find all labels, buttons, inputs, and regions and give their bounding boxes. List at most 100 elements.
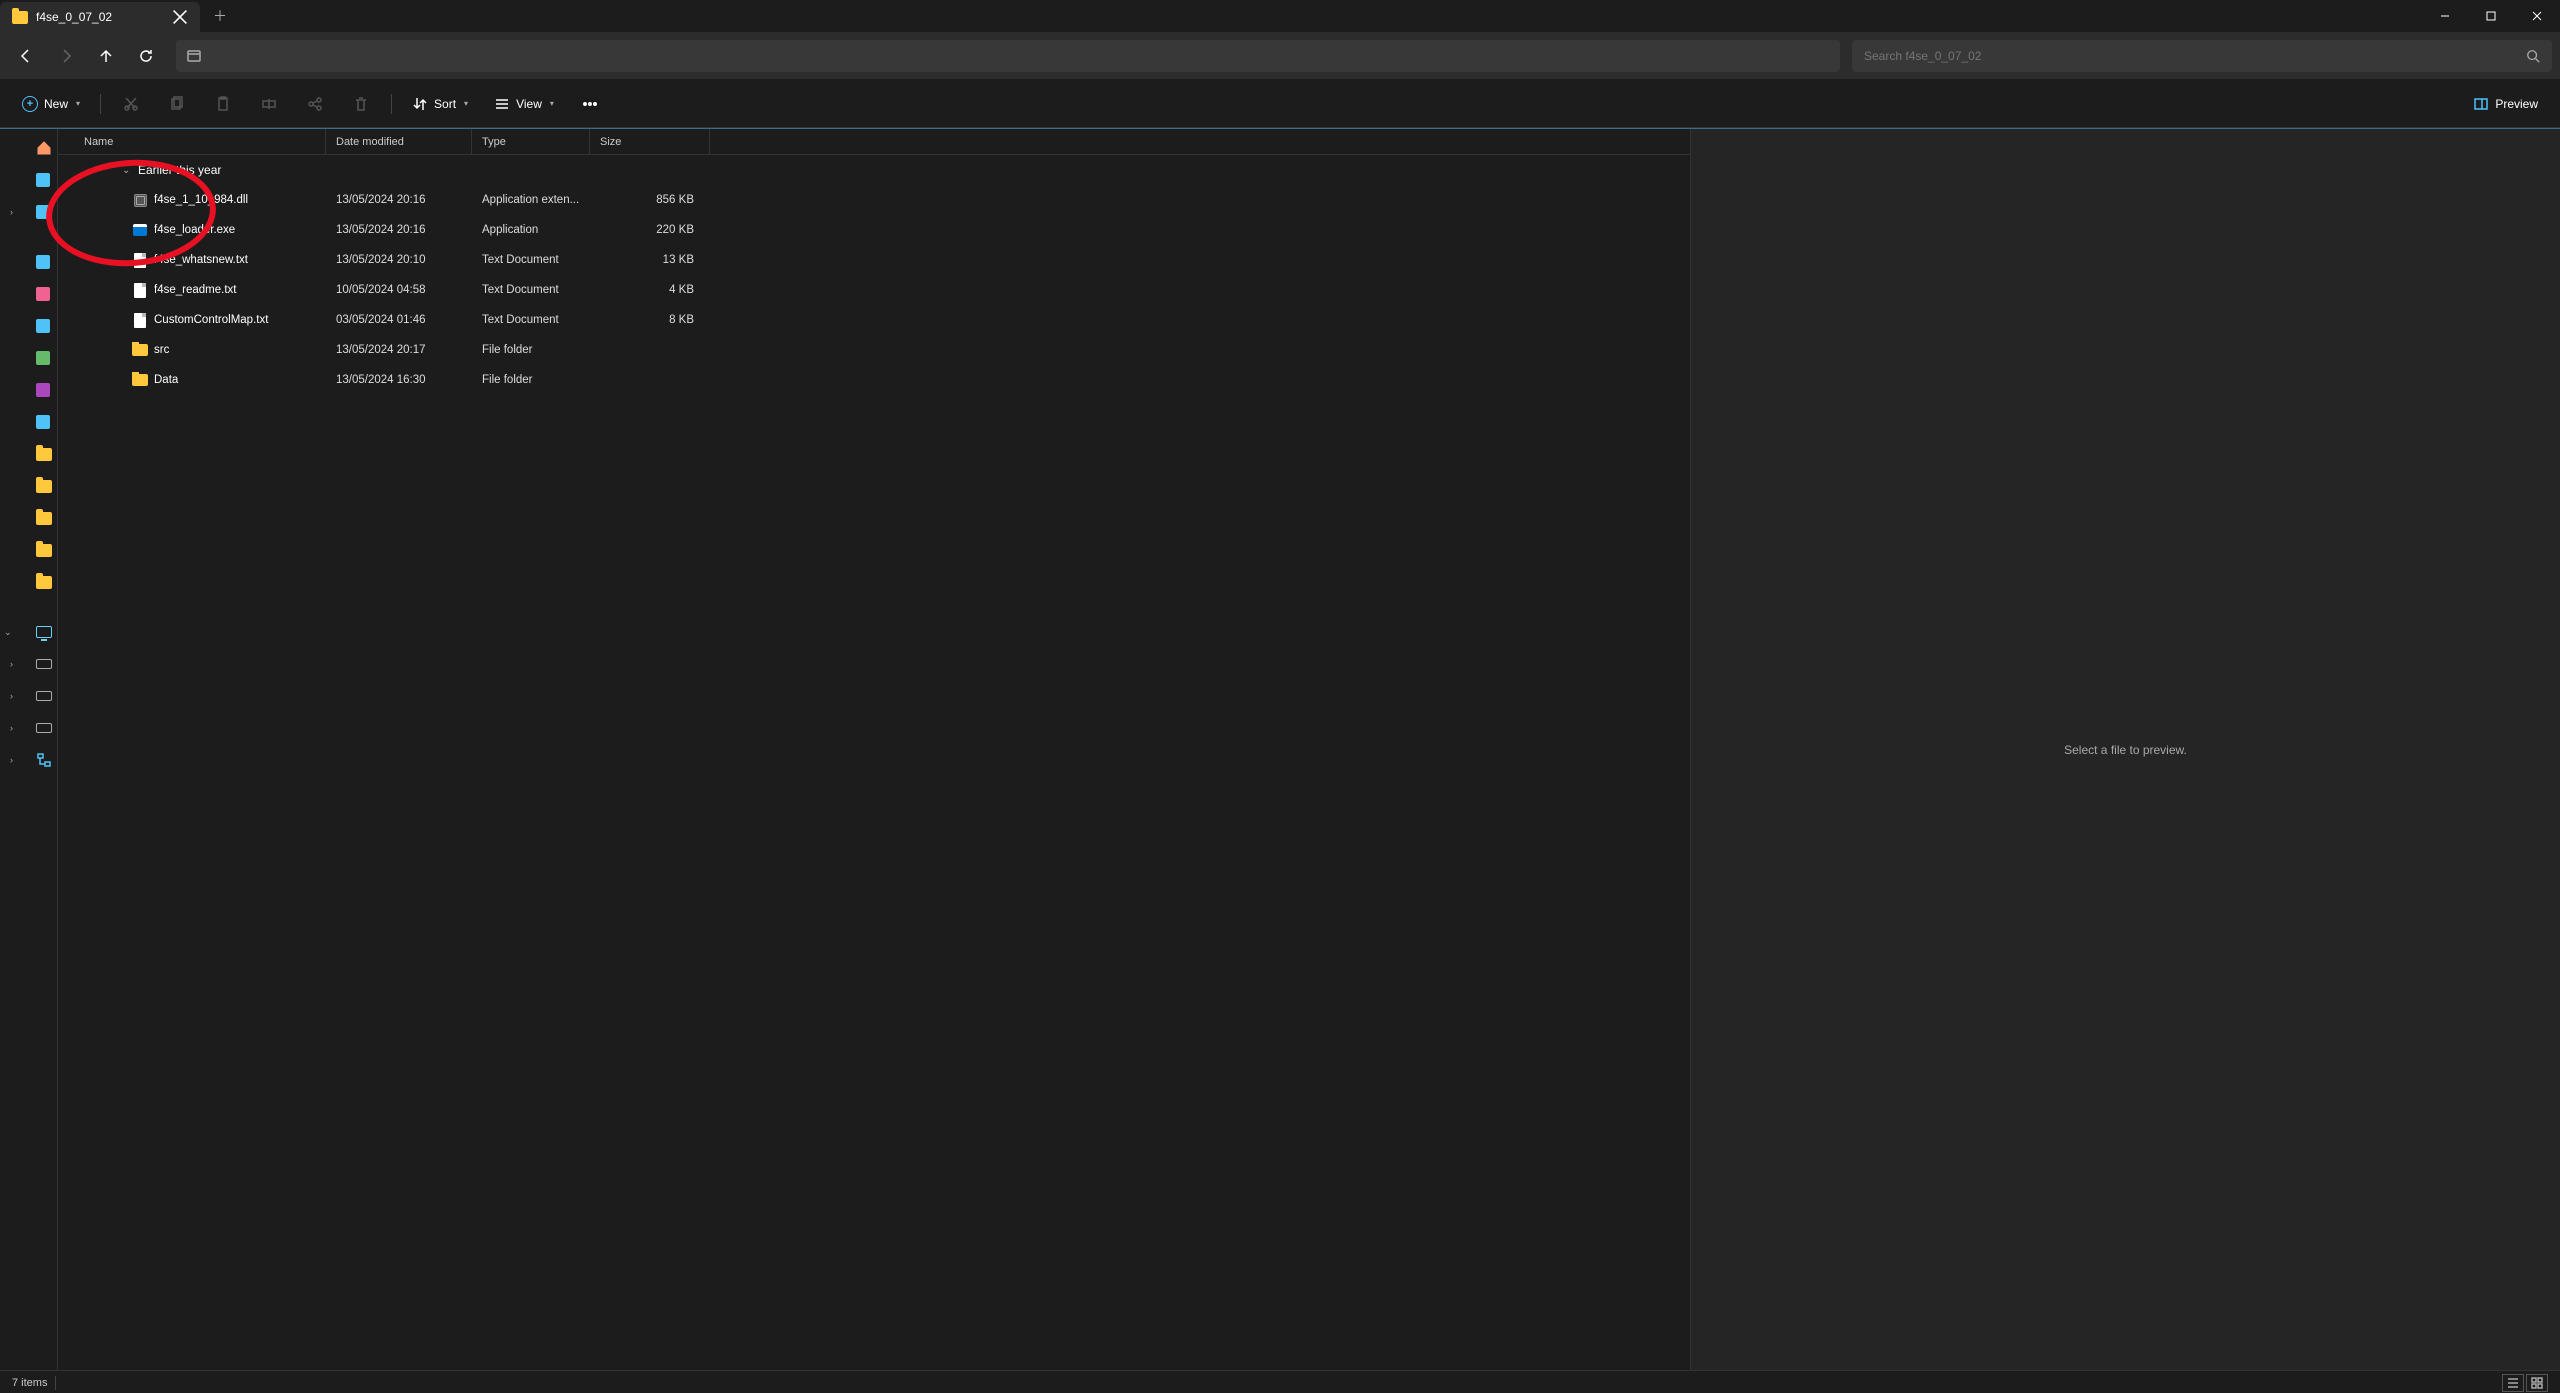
preview-pane: Select a file to preview. <box>1690 129 2560 1370</box>
more-button[interactable] <box>570 88 610 120</box>
cut-button[interactable] <box>111 88 151 120</box>
file-type: Text Document <box>472 314 590 326</box>
sidebar-this-pc[interactable]: ⌄ <box>0 617 57 647</box>
paste-button[interactable] <box>203 88 243 120</box>
details-view-toggle[interactable] <box>2502 1374 2524 1392</box>
sidebar-drive[interactable]: › <box>0 649 57 679</box>
dll-file-icon <box>132 192 148 208</box>
preview-button[interactable]: Preview <box>2463 88 2548 120</box>
file-size: 13 KB <box>590 254 710 266</box>
drive-icon <box>36 691 52 701</box>
file-rows: f4se_1_10_984.dll13/05/2024 20:16Applica… <box>58 185 1690 395</box>
file-date: 13/05/2024 20:10 <box>326 254 472 266</box>
sidebar-folder[interactable] <box>0 567 57 597</box>
sidebar-home[interactable] <box>0 133 57 163</box>
chevron-down-icon: ▾ <box>76 99 80 108</box>
separator <box>391 94 392 114</box>
refresh-button[interactable] <box>128 38 164 74</box>
chevron-down-icon: ▾ <box>550 99 554 108</box>
square-icon <box>36 415 50 429</box>
file-row[interactable]: src13/05/2024 20:17File folder <box>58 335 1690 365</box>
file-row[interactable]: f4se_loader.exe13/05/2024 20:16Applicati… <box>58 215 1690 245</box>
search-icon <box>2526 49 2540 63</box>
file-row[interactable]: CustomControlMap.txt03/05/2024 01:46Text… <box>58 305 1690 335</box>
file-date: 13/05/2024 20:17 <box>326 344 472 356</box>
file-name: f4se_loader.exe <box>154 224 235 236</box>
file-type: Text Document <box>472 284 590 296</box>
new-tab-button[interactable]: ＋ <box>200 0 240 32</box>
window-tab[interactable]: f4se_0_07_02 <box>0 2 200 32</box>
sidebar-item[interactable] <box>0 375 57 405</box>
file-name: f4se_readme.txt <box>154 284 236 296</box>
folder-icon <box>132 342 148 358</box>
item-count: 7 items <box>12 1377 47 1389</box>
sidebar-folder[interactable] <box>0 471 57 501</box>
sidebar-folder[interactable] <box>0 503 57 533</box>
separator <box>100 94 101 114</box>
sort-button[interactable]: Sort ▾ <box>402 88 478 120</box>
up-button[interactable] <box>88 38 124 74</box>
file-size: 220 KB <box>590 224 710 236</box>
back-button[interactable] <box>8 38 44 74</box>
thumbnails-view-toggle[interactable] <box>2526 1374 2548 1392</box>
sidebar-downloads[interactable] <box>0 343 57 373</box>
minimize-button[interactable] <box>2422 0 2468 32</box>
sidebar-network[interactable]: › <box>0 745 57 775</box>
search-input[interactable] <box>1864 49 2526 63</box>
sidebar-item[interactable] <box>0 279 57 309</box>
rename-button[interactable] <box>249 88 289 120</box>
chevron-right-icon: › <box>10 755 13 765</box>
plus-circle-icon: + <box>22 96 38 112</box>
column-type[interactable]: Type <box>472 129 590 154</box>
address-bar[interactable] <box>176 40 1840 72</box>
close-window-button[interactable] <box>2514 0 2560 32</box>
close-tab-button[interactable] <box>172 9 188 25</box>
copy-button[interactable] <box>157 88 197 120</box>
file-name-cell: f4se_loader.exe <box>58 222 326 238</box>
group-header[interactable]: ⌄ Earlier this year <box>58 155 1690 185</box>
text-file-icon <box>132 252 148 268</box>
sidebar-item[interactable] <box>0 407 57 437</box>
folder-icon <box>36 480 52 493</box>
text-file-icon <box>132 312 148 328</box>
column-name[interactable]: Name <box>58 129 326 154</box>
column-date[interactable]: Date modified <box>326 129 472 154</box>
column-size[interactable]: Size <box>590 129 710 154</box>
new-label: New <box>44 97 68 111</box>
preview-icon <box>2473 96 2489 112</box>
sidebar-folder[interactable] <box>0 439 57 469</box>
downloads-icon <box>36 351 50 365</box>
search-box[interactable] <box>1852 40 2552 72</box>
preview-empty-text: Select a file to preview. <box>2064 743 2187 757</box>
file-list[interactable]: Name Date modified Type Size ⌄ Earlier t… <box>58 129 1690 1370</box>
file-size: 856 KB <box>590 194 710 206</box>
share-button[interactable] <box>295 88 335 120</box>
file-row[interactable]: Data13/05/2024 16:30File folder <box>58 365 1690 395</box>
forward-button[interactable] <box>48 38 84 74</box>
file-name: Data <box>154 374 178 386</box>
file-row[interactable]: f4se_readme.txt10/05/2024 04:58Text Docu… <box>58 275 1690 305</box>
pc-icon <box>36 626 52 638</box>
sidebar-gallery[interactable] <box>0 165 57 195</box>
column-headers: Name Date modified Type Size <box>58 129 1690 155</box>
folder-icon <box>36 576 52 589</box>
sidebar-item[interactable]: › <box>0 197 57 227</box>
sidebar-drive[interactable]: › <box>0 681 57 711</box>
file-row[interactable]: f4se_whatsnew.txt13/05/2024 20:10Text Do… <box>58 245 1690 275</box>
view-button[interactable]: View ▾ <box>484 88 564 120</box>
file-area: Name Date modified Type Size ⌄ Earlier t… <box>58 129 2560 1370</box>
file-name-cell: src <box>58 342 326 358</box>
new-button[interactable]: + New ▾ <box>12 88 90 120</box>
file-name-cell: f4se_whatsnew.txt <box>58 252 326 268</box>
sidebar-desktop[interactable] <box>0 247 57 277</box>
chevron-right-icon: › <box>10 723 13 733</box>
file-row[interactable]: f4se_1_10_984.dll13/05/2024 20:16Applica… <box>58 185 1690 215</box>
sidebar-drive[interactable]: › <box>0 713 57 743</box>
maximize-button[interactable] <box>2468 0 2514 32</box>
chevron-right-icon: › <box>10 207 13 217</box>
sidebar-folder[interactable] <box>0 535 57 565</box>
sidebar-documents[interactable] <box>0 311 57 341</box>
view-icon <box>494 96 510 112</box>
drive-icon <box>36 723 52 733</box>
delete-button[interactable] <box>341 88 381 120</box>
